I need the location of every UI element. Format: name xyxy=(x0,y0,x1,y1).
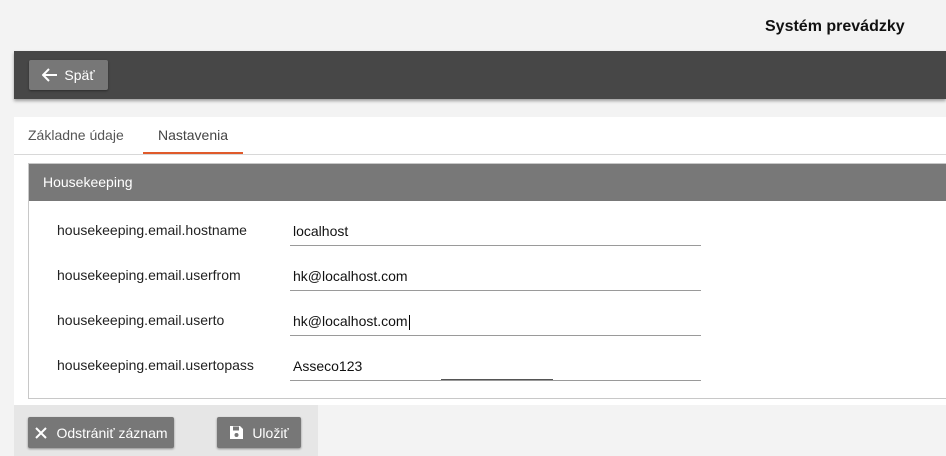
toolbar: Späť xyxy=(14,51,946,99)
footer-actions: Odstrániť záznam Uložiť xyxy=(14,405,318,456)
text-caret xyxy=(408,314,410,330)
delete-record-label: Odstrániť záznam xyxy=(56,424,168,441)
back-button[interactable]: Späť xyxy=(29,60,108,90)
field-label: housekeeping.email.userto xyxy=(57,312,225,328)
usertopass-field[interactable]: Asseco123 xyxy=(290,351,701,381)
arrow-left-icon xyxy=(42,68,58,82)
field-value: hk@localhost.com xyxy=(293,313,408,329)
save-button[interactable]: Uložiť xyxy=(217,417,301,448)
save-label: Uložiť xyxy=(252,424,289,441)
field-label: housekeeping.email.userfrom xyxy=(57,267,241,283)
field-value: localhost xyxy=(293,223,349,239)
field-label: housekeeping.email.usertopass xyxy=(57,357,254,373)
group-header: Housekeeping xyxy=(29,164,946,201)
userfrom-field[interactable]: hk@localhost.com xyxy=(290,261,701,291)
tab-zakladne-udaje[interactable]: Základne údaje xyxy=(28,117,124,154)
field-value: Asseco123 xyxy=(293,358,363,374)
housekeeping-group: Housekeeping housekeeping.email.hostname… xyxy=(28,163,946,399)
close-icon xyxy=(34,426,48,440)
userto-field[interactable]: hk@localhost.com xyxy=(290,306,701,336)
hostname-field[interactable]: localhost xyxy=(290,216,701,246)
floppy-disk-icon xyxy=(229,425,244,440)
field-label: housekeeping.email.hostname xyxy=(57,222,247,238)
field-value: hk@localhost.com xyxy=(293,268,408,284)
tab-nastavenia[interactable]: Nastavenia xyxy=(143,117,243,154)
page-title: Systém prevádzky xyxy=(765,18,905,35)
delete-record-button[interactable]: Odstrániť záznam xyxy=(28,417,174,448)
tab-bar: Základne údaje Nastavenia xyxy=(14,117,946,155)
settings-panel: Základne údaje Nastavenia Housekeeping h… xyxy=(14,117,946,405)
back-button-label: Späť xyxy=(64,67,95,83)
